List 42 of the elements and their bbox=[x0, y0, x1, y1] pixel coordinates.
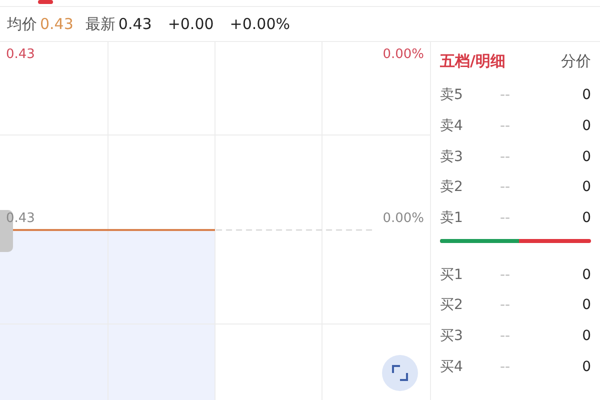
level-label: 买3 bbox=[440, 327, 464, 346]
level-price: -- bbox=[500, 297, 512, 314]
level-volume: 0 bbox=[582, 266, 591, 283]
level-volume: 0 bbox=[582, 118, 591, 134]
avg-price-label: 均价 bbox=[7, 14, 37, 34]
level-price: -- bbox=[500, 87, 512, 104]
level-price: -- bbox=[500, 148, 512, 165]
level-label: 卖4 bbox=[440, 117, 464, 136]
axis-percent-label: 0.00% bbox=[382, 47, 424, 62]
level-price: -- bbox=[500, 266, 512, 283]
level-price: -- bbox=[500, 328, 512, 344]
expand-icon bbox=[391, 364, 409, 382]
level-volume: 0 bbox=[582, 87, 591, 104]
level-label: 卖2 bbox=[440, 178, 464, 196]
axis-percent-label: 0.00% bbox=[382, 211, 424, 226]
level-label: 买4 bbox=[440, 358, 464, 376]
latest-price-value: 0.43 bbox=[118, 15, 152, 33]
price-change: +0.00 bbox=[168, 15, 214, 33]
axis-price-label: 0.43 bbox=[6, 47, 35, 62]
level-volume: 0 bbox=[582, 179, 591, 196]
level-price: -- bbox=[500, 358, 512, 375]
level-label: 卖3 bbox=[440, 148, 464, 166]
level-label: 买1 bbox=[440, 266, 464, 284]
level-label: 卖5 bbox=[440, 86, 464, 104]
fullscreen-button[interactable] bbox=[382, 355, 418, 391]
avg-price-value: 0.43 bbox=[40, 15, 74, 33]
level-volume: 0 bbox=[582, 148, 591, 165]
percent-change: +0.00% bbox=[230, 15, 290, 33]
level-volume: 0 bbox=[582, 210, 591, 226]
level-label: 卖1 bbox=[440, 209, 464, 228]
order-book-tab[interactable]: 五档/明细 bbox=[440, 52, 506, 70]
level-price: -- bbox=[500, 210, 512, 226]
level-label: 买2 bbox=[440, 296, 464, 314]
latest-price-label: 最新 bbox=[85, 14, 116, 34]
tab-indicator bbox=[38, 0, 53, 4]
level-volume: 0 bbox=[582, 358, 591, 375]
level-price: -- bbox=[500, 179, 512, 196]
level-price: -- bbox=[500, 118, 512, 134]
axis-price-label: 0.43 bbox=[6, 211, 35, 226]
level-volume: 0 bbox=[582, 328, 591, 344]
order-book-tab[interactable]: 分价 bbox=[561, 52, 591, 70]
level-volume: 0 bbox=[582, 297, 591, 314]
